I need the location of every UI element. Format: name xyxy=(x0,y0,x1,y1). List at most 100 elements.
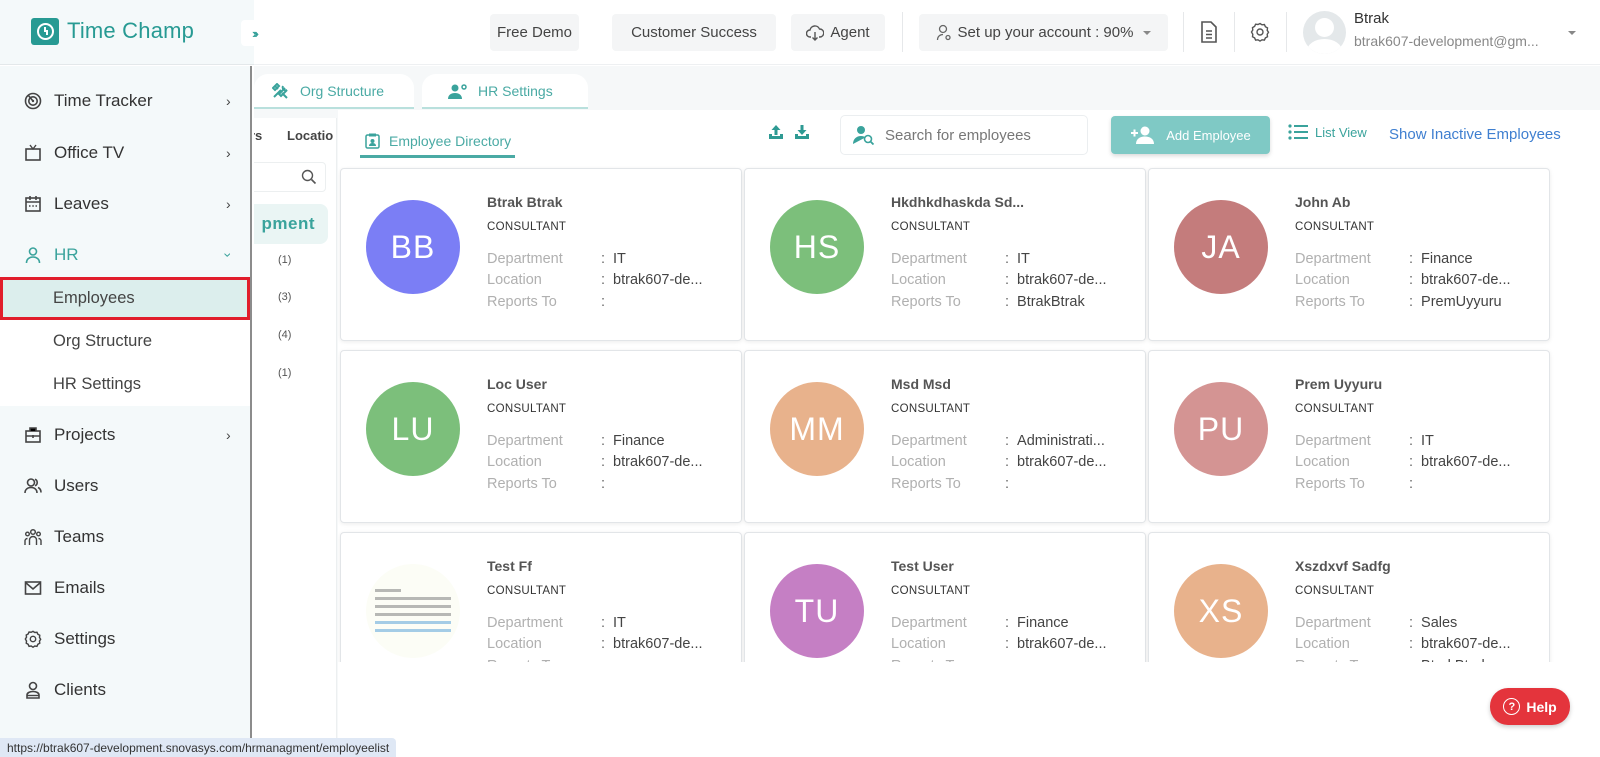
employee-avatar[interactable]: XS xyxy=(1174,564,1268,658)
question-circle-icon: ? xyxy=(1503,698,1521,715)
department-filter-pane: rs Locatio pment (1) (3) (4) (1) xyxy=(254,118,337,757)
search-input[interactable] xyxy=(885,126,1065,144)
employee-avatar[interactable]: HS xyxy=(770,200,864,294)
employee-name[interactable]: Test Ff xyxy=(487,558,532,574)
help-button[interactable]: ? Help xyxy=(1490,688,1570,725)
sidebar-subitem-employees[interactable]: Employees xyxy=(0,277,250,320)
sidebar-item-users[interactable]: Users xyxy=(0,461,250,511)
avatar-initials: MM xyxy=(789,410,845,447)
free-demo-button[interactable]: Free Demo xyxy=(490,14,579,51)
sidebar-item-hr[interactable]: HR › xyxy=(0,230,250,280)
filter-tab-users[interactable]: rs xyxy=(254,128,262,143)
field-label: Location xyxy=(487,636,542,652)
hr-settings-icon xyxy=(448,83,467,99)
divider xyxy=(1286,12,1287,52)
sidebar-item-label: Time Tracker xyxy=(54,91,153,110)
browser-status-url: https://btrak607-development.snovasys.co… xyxy=(0,738,397,757)
location-value: btrak607-de... xyxy=(1421,636,1511,652)
avatar-initials: PU xyxy=(1197,410,1245,447)
employee-avatar[interactable]: JA xyxy=(1174,200,1268,294)
employee-card[interactable]: MM Msd Msd CONSULTANT Department: Administra… xyxy=(744,350,1146,523)
location-value: btrak607-de... xyxy=(613,636,703,652)
list-view-toggle[interactable]: List View xyxy=(1288,124,1367,140)
location-row: Location: btrak607-de... xyxy=(1295,272,1511,288)
hr-submenu: Employees Org Structure HR Settings xyxy=(0,277,250,406)
department-item-development[interactable]: pment xyxy=(254,204,328,244)
sidebar-item-leaves[interactable]: Leaves › xyxy=(0,179,250,229)
employee-avatar[interactable]: MM xyxy=(770,382,864,476)
expand-sidebar-button[interactable]: ››› xyxy=(241,20,267,46)
field-label: Department xyxy=(487,433,563,449)
add-user-icon xyxy=(1131,126,1155,144)
field-label: Location xyxy=(1295,636,1350,652)
employee-name[interactable]: Btrak Btrak xyxy=(487,194,562,210)
employee-search[interactable] xyxy=(840,115,1088,155)
employee-role: CONSULTANT xyxy=(487,221,567,233)
tab-org-structure[interactable]: Org Structure xyxy=(254,74,414,109)
sidebar-item-label: Users xyxy=(54,476,99,495)
sidebar-item-settings[interactable]: Settings xyxy=(0,614,250,664)
sidebar-item-teams[interactable]: Teams xyxy=(0,512,250,562)
employee-card[interactable]: LU Loc User CONSULTANT Department: Finance Lo… xyxy=(340,350,742,523)
field-label: Reports To xyxy=(487,476,557,492)
download-icon[interactable] xyxy=(794,124,810,140)
upload-icon[interactable] xyxy=(768,124,784,140)
department-value: Finance xyxy=(613,433,665,449)
document-button[interactable] xyxy=(1195,18,1223,46)
field-label: Department xyxy=(891,251,967,267)
employee-name[interactable]: Loc User xyxy=(487,376,547,392)
tab-hr-settings[interactable]: HR Settings xyxy=(422,74,588,109)
employee-avatar[interactable] xyxy=(366,564,460,658)
user-settings-icon xyxy=(936,24,951,40)
sidebar-item-clients[interactable]: Clients xyxy=(0,665,250,715)
tab-label: HR Settings xyxy=(478,82,553,99)
employee-avatar[interactable]: TU xyxy=(770,564,864,658)
chevron-right-icon: › xyxy=(226,145,231,161)
department-search-input[interactable] xyxy=(254,162,326,192)
employee-card[interactable]: JA John Ab CONSULTANT Department: Finance Loc… xyxy=(1148,168,1550,341)
employee-name[interactable]: Msd Msd xyxy=(891,376,951,392)
settings-button[interactable] xyxy=(1246,18,1274,46)
employee-role: CONSULTANT xyxy=(891,585,971,597)
employee-avatar[interactable]: BB xyxy=(366,200,460,294)
filter-tab-location[interactable]: Locatio xyxy=(287,128,333,143)
employee-card[interactable]: TU Test User CONSULTANT Department: Finance L… xyxy=(744,532,1146,662)
agent-button[interactable]: Agent xyxy=(791,14,885,51)
sidebar-item-emails[interactable]: Emails xyxy=(0,563,250,613)
user-avatar[interactable] xyxy=(1303,11,1346,54)
sidebar-item-projects[interactable]: Projects › xyxy=(0,410,250,460)
field-label: Department xyxy=(1295,615,1371,631)
brand-area: Time Champ xyxy=(0,0,254,65)
divider xyxy=(902,12,903,52)
sidebar-subitem-org-structure[interactable]: Org Structure xyxy=(0,320,250,363)
show-inactive-employees-link[interactable]: Show Inactive Employees xyxy=(1389,126,1561,143)
employee-card[interactable]: HS Hkdhkdhaskda Sd... CONSULTANT Department… xyxy=(744,168,1146,341)
employee-name[interactable]: John Ab xyxy=(1295,194,1350,210)
employee-card[interactable]: PU Prem Uyyuru CONSULTANT Department: IT Loca… xyxy=(1148,350,1550,523)
sidebar-item-label: Settings xyxy=(54,629,116,648)
sidebar-item-office-tv[interactable]: Office TV › xyxy=(0,128,250,178)
department-row: Department: IT xyxy=(891,251,1030,267)
free-demo-label: Free Demo xyxy=(496,24,573,41)
employee-name[interactable]: Xszdxvf Sadfg xyxy=(1295,558,1391,574)
reports-to-row: Reports To: xyxy=(487,658,727,662)
employee-name[interactable]: Prem Uyyuru xyxy=(1295,376,1382,392)
employee-name[interactable]: Test User xyxy=(891,558,954,574)
employee-avatar[interactable]: LU xyxy=(366,382,460,476)
reports-to-value: BtrakBtrak xyxy=(1017,294,1085,310)
customer-success-button[interactable]: Customer Success xyxy=(612,14,776,51)
sidebar-item-time-tracker[interactable]: Time Tracker › xyxy=(0,76,250,126)
user-menu-caret-icon[interactable] xyxy=(1568,31,1576,35)
employee-name[interactable]: Hkdhkdhaskda Sd... xyxy=(891,194,1024,210)
sidebar-subitem-hr-settings[interactable]: HR Settings xyxy=(0,363,250,406)
gear-icon xyxy=(24,630,42,648)
field-label: Location xyxy=(891,272,946,288)
setup-account-dropdown[interactable]: Set up your account : 90% xyxy=(919,14,1168,51)
employee-avatar[interactable]: PU xyxy=(1174,382,1268,476)
employee-card[interactable]: Test Ff CONSULTANT Department: IT Location: b… xyxy=(340,532,742,662)
employee-card[interactable]: XS Xszdxvf Sadfg CONSULTANT Department: Sale… xyxy=(1148,532,1550,662)
add-employee-button[interactable]: Add Employee xyxy=(1111,116,1270,154)
employee-card[interactable]: BB Btrak Btrak CONSULTANT Department: IT Loca… xyxy=(340,168,742,341)
tab-employee-directory[interactable]: Employee Directory xyxy=(360,126,516,158)
users-icon xyxy=(24,477,42,495)
